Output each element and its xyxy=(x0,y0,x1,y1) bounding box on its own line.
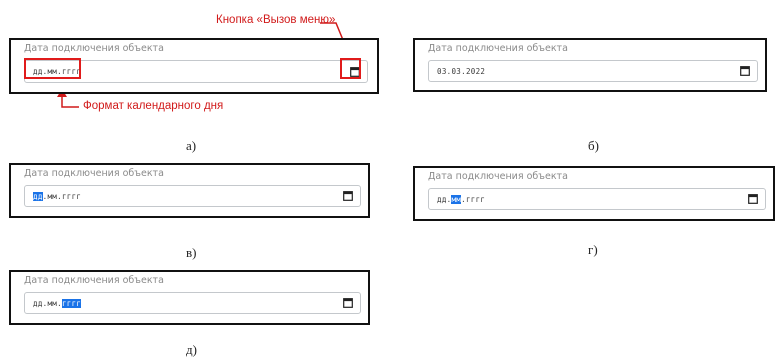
panel-g: Дата подключения объекта дд. мм. гггг xyxy=(413,166,775,221)
month-segment[interactable]: 03 xyxy=(451,67,461,76)
caption-v: в) xyxy=(186,245,197,260)
day-segment[interactable]: дд xyxy=(33,299,43,308)
day-segment[interactable]: 03 xyxy=(437,67,447,76)
month-segment[interactable]: мм xyxy=(47,192,57,201)
caption-a: а) xyxy=(186,138,197,153)
year-segment[interactable]: 2022 xyxy=(466,67,485,76)
field-label: Дата подключения объекта xyxy=(428,43,568,54)
date-input[interactable]: дд. мм. гггг xyxy=(24,185,361,207)
caption-b: б) xyxy=(588,138,599,153)
month-segment[interactable]: мм xyxy=(451,194,462,204)
date-input[interactable]: 03. 03. 2022 xyxy=(428,60,758,82)
day-segment[interactable]: дд xyxy=(33,191,43,201)
panel-b: Дата подключения объекта 03. 03. 2022 xyxy=(413,38,767,92)
year-segment[interactable]: гггг xyxy=(466,195,485,204)
panel-v: Дата подключения объекта дд. мм. гггг xyxy=(9,163,370,218)
calendar-icon xyxy=(748,194,758,204)
calendar-button[interactable] xyxy=(342,190,354,202)
date-input-text: дд. мм. гггг xyxy=(33,186,81,206)
field-label: Дата подключения объекта xyxy=(428,171,568,182)
caption-g: г) xyxy=(588,242,598,257)
calendar-icon xyxy=(740,66,750,76)
year-segment[interactable]: гггг xyxy=(61,298,82,308)
date-input-text: дд. мм. гггг xyxy=(33,293,82,313)
calendar-icon xyxy=(343,191,353,201)
date-input[interactable]: дд. мм. гггг xyxy=(24,292,361,314)
day-segment[interactable]: дд xyxy=(437,195,447,204)
highlight-date-format xyxy=(24,58,81,79)
highlight-menu-button xyxy=(340,58,361,79)
date-input[interactable]: дд. мм. гггг xyxy=(428,188,766,210)
year-segment[interactable]: гггг xyxy=(62,192,81,201)
annotation-date-format-label: Формат календарного дня xyxy=(83,100,224,112)
calendar-button[interactable] xyxy=(739,65,751,77)
panel-d: Дата подключения объекта дд. мм. гггг xyxy=(9,270,370,325)
calendar-button[interactable] xyxy=(342,297,354,309)
field-label: Дата подключения объекта xyxy=(24,275,164,286)
caption-d: д) xyxy=(186,342,197,357)
calendar-icon xyxy=(343,298,353,308)
date-input-text: 03. 03. 2022 xyxy=(437,61,485,81)
date-input-text: дд. мм. гггг xyxy=(437,189,485,209)
month-segment[interactable]: мм xyxy=(47,299,57,308)
calendar-button[interactable] xyxy=(747,193,759,205)
field-label: Дата подключения объекта xyxy=(24,43,164,54)
field-label: Дата подключения объекта xyxy=(24,168,164,179)
